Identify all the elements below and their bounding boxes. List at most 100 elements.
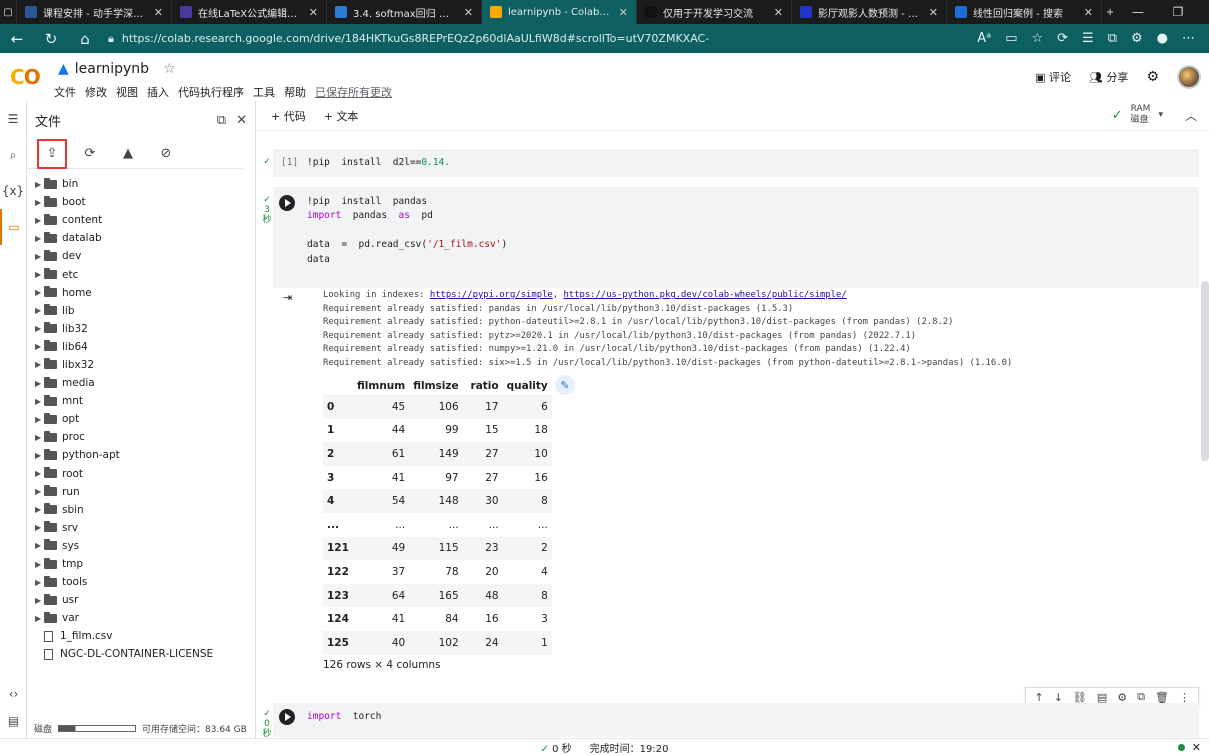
toc-icon[interactable]: ☰ [0, 101, 26, 137]
mount-drive-icon[interactable]: ▲ [117, 143, 139, 165]
tab-close-icon[interactable]: ✕ [154, 6, 163, 19]
code-cell-2[interactable]: !pip install pandas import pandas as pd … [273, 187, 1199, 288]
folder-item[interactable]: ▶ media [27, 374, 255, 392]
move-down-icon[interactable]: ↓ [1054, 691, 1063, 704]
cell-settings-icon[interactable]: ⚙ [1117, 691, 1127, 704]
folder-item[interactable]: ▶ mnt [27, 392, 255, 410]
expand-icon[interactable]: ▶ [27, 234, 41, 243]
tab-close-icon[interactable]: ✕ [774, 6, 783, 19]
terminal-icon[interactable]: ▤ [0, 703, 27, 739]
expand-icon[interactable]: ▶ [27, 306, 41, 315]
tab-close-icon[interactable]: ✕ [309, 6, 318, 19]
variables-icon[interactable]: {x} [0, 173, 26, 209]
folder-item[interactable]: ▶ dev [27, 247, 255, 265]
share-button[interactable]: 👥︎ 分享 [1089, 69, 1128, 85]
expand-icon[interactable]: ▶ [27, 469, 41, 478]
expand-icon[interactable]: ▶ [27, 614, 41, 623]
more-icon[interactable]: ⋯ [1182, 31, 1195, 46]
folder-item[interactable]: ▶ sbin [27, 501, 255, 519]
expand-icon[interactable]: ▶ [27, 198, 41, 207]
folder-item[interactable]: ▶ datalab [27, 229, 255, 247]
menu-item[interactable]: 代码执行程序 [178, 84, 244, 100]
expand-icon[interactable]: ▶ [27, 578, 41, 587]
code-cell-3[interactable]: import torch [273, 703, 1199, 737]
file-item[interactable]: 1_film.csv [27, 627, 255, 645]
menu-item[interactable]: 文件 [54, 84, 76, 100]
browser-tab[interactable]: 课程安排 - 动手学深度学 ✕ [17, 0, 172, 24]
colab-wheels-link[interactable]: https://us-python.pkg.dev/colab-wheels/p… [563, 290, 846, 300]
expand-icon[interactable]: ▶ [27, 487, 41, 496]
url-field[interactable]: 🔒︎ https://colab.research.google.com/dri… [108, 28, 888, 50]
folder-item[interactable]: ▶ bin [27, 175, 255, 193]
expand-icon[interactable]: ▶ [27, 379, 41, 388]
folder-item[interactable]: ▶ var [27, 609, 255, 627]
extensions-icon[interactable]: ⚙ [1131, 31, 1143, 46]
read-aloud-icon[interactable]: Aᵃ [977, 31, 991, 46]
delete-icon[interactable]: 🗑︎ [1155, 691, 1169, 704]
add-code-button[interactable]: + 代码 [271, 108, 306, 124]
mirror-cell-icon[interactable]: ⧉ [1137, 690, 1145, 704]
folder-item[interactable]: ▶ run [27, 483, 255, 501]
output-icon[interactable]: ⇥ [283, 291, 292, 304]
folder-item[interactable]: ▶ proc [27, 428, 255, 446]
link-icon[interactable]: ⛓ [1073, 691, 1087, 704]
collections-icon[interactable]: ⧉ [1108, 31, 1117, 46]
collapse-icon[interactable]: ︿ [1185, 107, 1197, 124]
popout-icon[interactable]: ⧉ [217, 113, 226, 128]
reload-icon[interactable]: ↻ [34, 30, 68, 48]
browser-tab[interactable]: 线性回归案例 - 搜索 ✕ [947, 0, 1102, 24]
reader-view-icon[interactable]: ▭ [1005, 31, 1017, 46]
move-up-icon[interactable]: ↑ [1034, 691, 1043, 704]
favorite-star-icon[interactable]: ☆ [1031, 31, 1043, 46]
settings-icon[interactable]: ⚙ [1146, 69, 1159, 85]
magic-wand-icon[interactable]: ✎ [555, 375, 575, 395]
expand-icon[interactable]: ▶ [27, 451, 41, 460]
resources-indicator[interactable]: ✓ RAM 磁盘 ▾ ︿ [1112, 104, 1197, 126]
star-icon[interactable]: ☆ [163, 61, 176, 77]
profile-icon[interactable]: ● [1157, 31, 1168, 46]
file-item[interactable]: NGC-DL-CONTAINER-LICENSE [27, 645, 255, 663]
refresh-tabs-icon[interactable]: ⟳ [1057, 31, 1068, 46]
avatar[interactable] [1177, 65, 1201, 89]
expand-icon[interactable]: ▶ [27, 216, 41, 225]
menu-item[interactable]: 修改 [85, 84, 107, 100]
notebook-title[interactable]: ▲ learnipynb ☆ [58, 61, 176, 77]
run-cell3-button[interactable] [279, 709, 295, 725]
browser-tab[interactable]: 影厅观影人数预测 - 飞桨 ✕ [792, 0, 947, 24]
code-cell-1[interactable]: [1] !pip install d2l==0.14. [273, 149, 1199, 177]
more-vert-icon[interactable]: ⋮ [1179, 691, 1190, 704]
expand-icon[interactable]: ▶ [27, 360, 41, 369]
folder-item[interactable]: ▶ lib64 [27, 338, 255, 356]
expand-icon[interactable]: ▶ [27, 270, 41, 279]
folder-item[interactable]: ▶ tmp [27, 555, 255, 573]
tab-close-icon[interactable]: ✕ [929, 6, 938, 19]
folder-item[interactable]: ▶ boot [27, 193, 255, 211]
folder-item[interactable]: ▶ sys [27, 537, 255, 555]
saved-status-link[interactable]: 已保存所有更改 [315, 84, 392, 100]
colab-logo[interactable]: CO [10, 65, 41, 89]
folder-item[interactable]: ▶ root [27, 465, 255, 483]
folder-item[interactable]: ▶ opt [27, 410, 255, 428]
run-cell-button[interactable] [279, 195, 295, 211]
folder-item[interactable]: ▶ tools [27, 573, 255, 591]
files-icon[interactable]: ▭ [0, 209, 26, 245]
expand-icon[interactable]: ▶ [27, 541, 41, 550]
favorites-icon[interactable]: ☰ [1082, 31, 1094, 46]
menu-item[interactable]: 视图 [116, 84, 138, 100]
menu-item[interactable]: 工具 [253, 84, 275, 100]
expand-icon[interactable]: ▶ [27, 505, 41, 514]
folder-item[interactable]: ▶ home [27, 284, 255, 302]
expand-icon[interactable]: ▶ [27, 433, 41, 442]
expand-icon[interactable]: ▶ [27, 415, 41, 424]
expand-icon[interactable]: ▶ [27, 324, 41, 333]
browser-tab[interactable]: learnipynb - Colaborator ✕ [482, 0, 637, 24]
folder-item[interactable]: ▶ etc [27, 265, 255, 283]
pypi-link[interactable]: https://pypi.org/simple [430, 290, 553, 300]
minimize-icon[interactable]: — [1118, 0, 1158, 24]
expand-icon[interactable]: ▶ [27, 560, 41, 569]
folder-item[interactable]: ▶ content [27, 211, 255, 229]
add-text-button[interactable]: + 文本 [324, 108, 359, 124]
browser-tab[interactable]: 在线LaTeX公式编辑器-编 ✕ [172, 0, 327, 24]
new-tab-button[interactable]: + [1102, 0, 1118, 24]
expand-icon[interactable]: ▶ [27, 288, 41, 297]
